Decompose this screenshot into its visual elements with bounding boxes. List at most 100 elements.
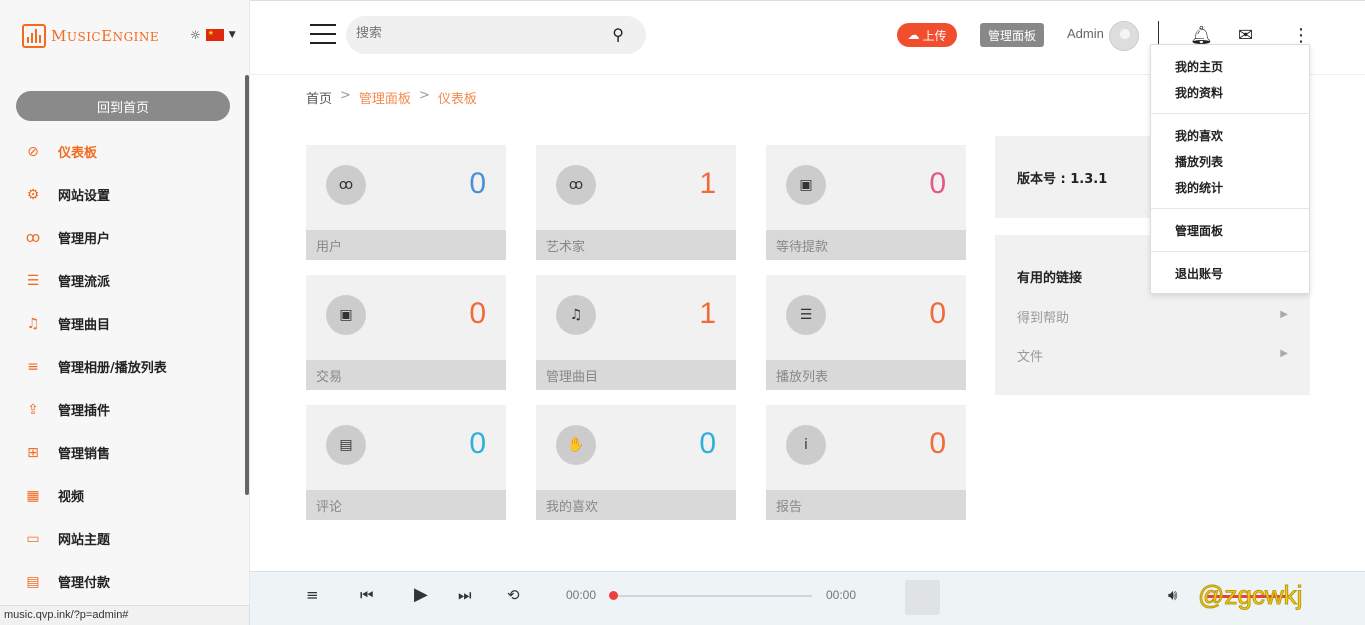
- money-icon: ▣: [326, 295, 366, 335]
- menu-item-my-likes[interactable]: 我的喜欢: [1175, 127, 1223, 144]
- stat-card[interactable]: ▤ 0 评论: [306, 405, 506, 520]
- bell-icon[interactable]: 🔔︎: [1190, 25, 1213, 46]
- stat-label: 评论: [306, 490, 506, 520]
- menu-item-my-stats[interactable]: 我的统计: [1175, 179, 1223, 196]
- users-icon: ꝏ: [25, 229, 41, 246]
- stat-card[interactable]: ♫ 1 管理曲目: [536, 275, 736, 390]
- progress-bar[interactable]: [614, 595, 812, 597]
- stat-card[interactable]: ✋ 0 我的喜欢: [536, 405, 736, 520]
- search-icon[interactable]: ⚲: [612, 25, 624, 44]
- sun-icon[interactable]: ☼: [190, 28, 201, 42]
- stat-card[interactable]: ▣ 0 等待提款: [766, 145, 966, 260]
- sidebar-item-label: 管理用户: [58, 232, 111, 247]
- stat-card[interactable]: ꝏ 1 艺术家: [536, 145, 736, 260]
- payment-icon: ▤: [26, 573, 40, 590]
- sidebar-item-2[interactable]: ꝏ 管理用户: [0, 216, 245, 259]
- sidebar-scrollbar[interactable]: [245, 75, 249, 495]
- chevron-right-icon[interactable]: ▶: [1280, 348, 1288, 359]
- stat-card[interactable]: ꝏ 0 用户: [306, 145, 506, 260]
- stat-value: 0: [469, 167, 486, 200]
- sidebar-item-0[interactable]: ⊘ 仪表板: [0, 130, 245, 173]
- total-time: 00:00: [826, 588, 857, 602]
- back-home-button[interactable]: 回到首页: [16, 91, 230, 121]
- sidebar-item-label: 管理相册/播放列表: [58, 361, 167, 376]
- stat-card[interactable]: ▣ 0 交易: [306, 275, 506, 390]
- menu-item-my-home[interactable]: 我的主页: [1175, 58, 1223, 75]
- chevron-down-icon[interactable]: ▼: [229, 30, 236, 40]
- search-input[interactable]: [356, 25, 596, 40]
- flag-cn-icon[interactable]: [205, 29, 224, 41]
- volume-icon[interactable]: 🔊︎: [1168, 586, 1177, 604]
- mail-icon[interactable]: ✉: [1238, 25, 1253, 46]
- username[interactable]: Admin: [1067, 26, 1104, 41]
- more-vertical-icon[interactable]: ⋮: [1292, 25, 1310, 46]
- users-icon: ꝏ: [326, 165, 366, 205]
- menu-toggle-icon[interactable]: [310, 24, 336, 44]
- breadcrumb-home[interactable]: 首页: [306, 88, 332, 107]
- previous-icon[interactable]: ⏮︎: [360, 586, 374, 604]
- film-icon: ▦: [26, 487, 40, 504]
- play-icon[interactable]: ▶: [414, 584, 428, 605]
- stat-label: 等待提款: [766, 230, 966, 260]
- user-dropdown-menu: 我的主页 我的资料 我的喜欢 播放列表 我的统计 管理面板 退出账号: [1150, 44, 1310, 294]
- menu-item-logout[interactable]: 退出账号: [1175, 265, 1223, 282]
- stat-value: 0: [929, 297, 946, 330]
- sidebar-item-8[interactable]: ▦ 视频: [0, 474, 245, 517]
- avatar[interactable]: [1109, 21, 1139, 51]
- track-cover[interactable]: [905, 580, 940, 615]
- sidebar-item-6[interactable]: ⇪ 管理插件: [0, 388, 245, 431]
- sidebar-item-7[interactable]: ⊞ 管理销售: [0, 431, 245, 474]
- menu-divider: [1151, 208, 1309, 209]
- sidebar-item-4[interactable]: ♫ 管理曲目: [0, 302, 245, 345]
- progress-handle[interactable]: [609, 591, 618, 600]
- menu-item-admin-panel[interactable]: 管理面板: [1175, 222, 1223, 239]
- sidebar-item-10[interactable]: ▤ 管理付款: [0, 560, 245, 603]
- link-get-help[interactable]: 得到帮助: [1017, 307, 1069, 326]
- sidebar-item-5[interactable]: ≡ 管理相册/播放列表: [0, 345, 245, 388]
- stat-value: 0: [929, 427, 946, 460]
- upload-button[interactable]: ☁ 上传: [897, 23, 957, 47]
- stat-label: 用户: [306, 230, 506, 260]
- artists-icon: ꝏ: [556, 165, 596, 205]
- queue-icon[interactable]: ≡: [306, 586, 319, 604]
- chevron-right-icon[interactable]: ▶: [1280, 309, 1288, 320]
- sidebar-item-label: 管理流派: [58, 275, 111, 290]
- sidebar-item-label: 管理销售: [58, 447, 111, 462]
- next-icon[interactable]: ⏭︎: [458, 586, 472, 604]
- breadcrumb-admin-panel[interactable]: 管理面板: [359, 88, 411, 107]
- sidebar-nav: ⊘ 仪表板 ⚙ 网站设置 ꝏ 管理用户 ☰ 管理流派 ♫ 管理曲目 ≡ 管理相册/播放列表 ⇪ 管理插件 ⊞…: [0, 130, 245, 603]
- stat-value: 0: [469, 297, 486, 330]
- sidebar-item-1[interactable]: ⚙ 网站设置: [0, 173, 245, 216]
- watermark: @zgcwkj: [1197, 580, 1303, 611]
- sidebar-item-label: 管理曲目: [58, 318, 111, 333]
- menu-item-playlists[interactable]: 播放列表: [1175, 153, 1223, 170]
- stat-value: 0: [699, 427, 716, 460]
- dashboard-icon: ⊘: [27, 143, 39, 160]
- useful-links-title: 有用的链接: [1017, 271, 1083, 286]
- gear-icon: ⚙: [26, 186, 40, 203]
- admin-panel-button[interactable]: 管理面板: [980, 23, 1044, 47]
- link-docs[interactable]: 文件: [1017, 346, 1043, 365]
- music-note-icon: ♫: [556, 295, 596, 335]
- sidebar-item-9[interactable]: ▭ 网站主题: [0, 517, 245, 560]
- monitor-icon: ▭: [26, 530, 40, 547]
- sidebar-item-label: 网站主题: [58, 533, 111, 548]
- cloud-upload-icon: ☁: [907, 28, 920, 42]
- repeat-icon[interactable]: ⟲: [507, 586, 520, 604]
- stat-card[interactable]: ☰ 0 播放列表: [766, 275, 966, 390]
- menu-divider: [1151, 251, 1309, 252]
- sidebar-item-label: 管理付款: [58, 576, 111, 591]
- sidebar-item-label: 仪表板: [58, 146, 98, 161]
- stat-label: 播放列表: [766, 360, 966, 390]
- search-box[interactable]: ⚲: [346, 16, 646, 54]
- menu-item-my-profile[interactable]: 我的资料: [1175, 84, 1223, 101]
- sidebar-item-label: 视频: [58, 490, 85, 505]
- stat-card[interactable]: i 0 报告: [766, 405, 966, 520]
- logo[interactable]: MUSICENGINE: [22, 24, 159, 48]
- playlist-icon: ≡: [27, 358, 39, 375]
- theme-language-switcher[interactable]: ☼ ▼: [190, 28, 236, 42]
- sidebar-item-3[interactable]: ☰ 管理流派: [0, 259, 245, 302]
- stat-value: 0: [469, 427, 486, 460]
- stat-label: 我的喜欢: [536, 490, 736, 520]
- sidebar: MUSICENGINE ☼ ▼ 回到首页 ⊘ 仪表板 ⚙ 网站设置 ꝏ 管理用户 ☰ 管理流派…: [0, 0, 250, 625]
